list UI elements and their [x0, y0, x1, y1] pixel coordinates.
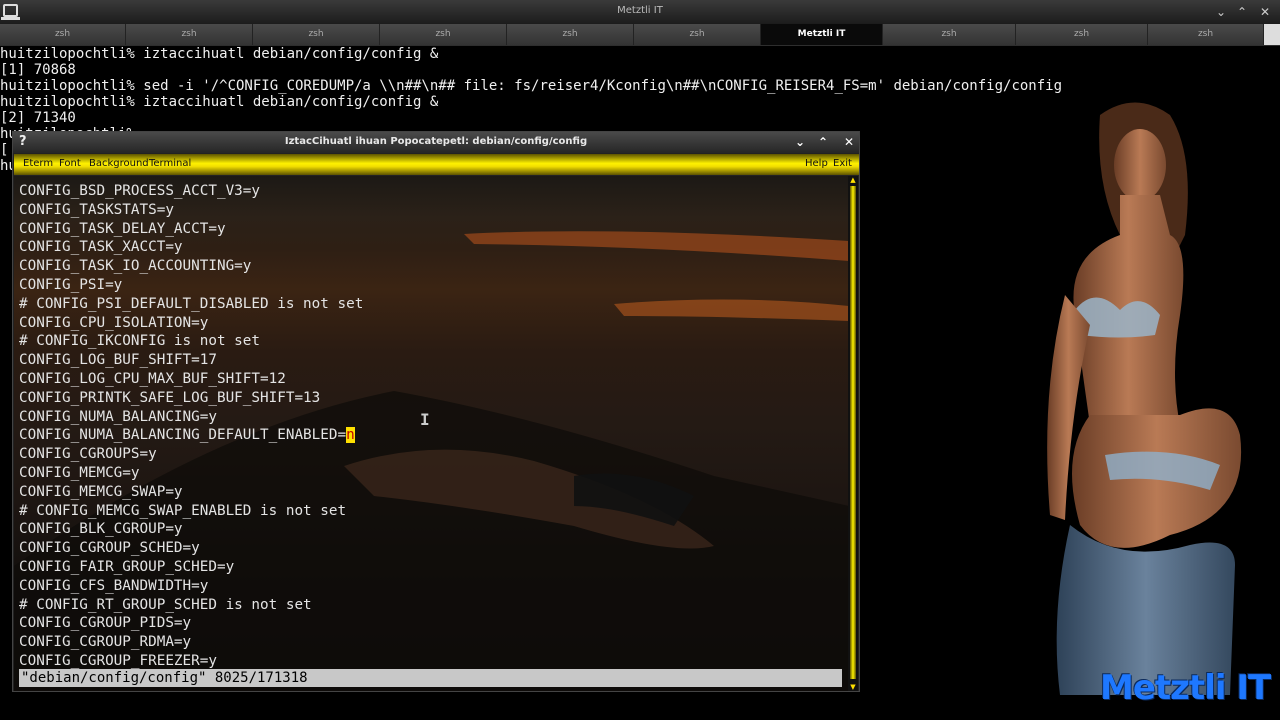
tab-zsh[interactable]: zsh — [1016, 24, 1148, 45]
scroll-down-icon[interactable]: ▼ — [848, 683, 858, 691]
config-line: CONFIG_MEMCG=y — [19, 464, 140, 481]
menu-eterm[interactable]: Eterm — [23, 158, 53, 169]
text-cursor-ibeam-icon: I — [420, 410, 430, 429]
config-line: CONFIG_FAIR_GROUP_SCHED=y — [19, 558, 235, 575]
config-line: CONFIG_CGROUP_PIDS=y — [19, 615, 192, 632]
shell-line: [2] 71340 — [0, 110, 76, 126]
menu-background[interactable]: Background — [89, 158, 149, 169]
tab-zsh[interactable]: zsh — [380, 24, 507, 45]
config-line: CONFIG_CGROUPS=y — [19, 446, 157, 463]
config-line: CONFIG_PSI=y — [19, 276, 123, 293]
eterm-window: ? IztacCihuatl ihuan Popocatepetl: debia… — [12, 131, 860, 692]
eterm-title: IztacCihuatl ihuan Popocatepetl: debian/… — [284, 136, 588, 147]
new-tab-button[interactable] — [1264, 24, 1280, 45]
tab-bar: zsh zsh zsh zsh zsh zsh Metztli IT zsh z… — [0, 24, 1280, 46]
config-line-cursor-row: CONFIG_NUMA_BALANCING_DEFAULT_ENABLED=n — [19, 426, 363, 445]
menu-font[interactable]: Font — [59, 158, 81, 169]
window-title: Metztli IT — [617, 5, 663, 16]
shell-line: huitzilopochtli% iztaccihuatl debian/con… — [0, 46, 439, 62]
window-titlebar: Metztli IT ⌄ ⌃ ✕ — [0, 0, 1280, 25]
tab-zsh[interactable]: zsh — [1148, 24, 1264, 45]
scrollbar-thumb[interactable] — [850, 186, 856, 679]
config-line: # CONFIG_RT_GROUP_SCHED is not set — [19, 596, 312, 613]
menu-terminal[interactable]: Terminal — [149, 158, 191, 169]
config-line: CONFIG_CGROUP_RDMA=y — [19, 634, 192, 651]
shell-line: huitzilopochtli% iztaccihuatl debian/con… — [0, 94, 439, 110]
config-line: CONFIG_CGROUP_SCHED=y — [19, 540, 200, 557]
tab-zsh[interactable]: zsh — [507, 24, 634, 45]
config-line: CONFIG_TASKSTATS=y — [19, 201, 174, 218]
config-line: # CONFIG_PSI_DEFAULT_DISABLED is not set — [19, 295, 364, 312]
config-line: CONFIG_TASK_IO_ACCOUNTING=y — [19, 258, 252, 275]
close-icon[interactable]: ✕ — [1256, 3, 1274, 21]
config-line: CONFIG_MEMCG_SWAP=y — [19, 483, 183, 500]
tab-zsh[interactable]: zsh — [253, 24, 380, 45]
config-line: CONFIG_TASK_XACCT=y — [19, 239, 183, 256]
menu-exit[interactable]: Exit — [833, 158, 852, 169]
chevron-down-icon[interactable]: ⌄ — [1212, 3, 1230, 21]
wallpaper-figure — [1047, 102, 1242, 695]
text-cursor: n — [346, 427, 355, 444]
config-line: CONFIG_TASK_DELAY_ACCT=y — [19, 220, 226, 237]
config-line: CONFIG_PRINTK_SAFE_LOG_BUF_SHIFT=13 — [19, 389, 321, 406]
config-line: CONFIG_LOG_CPU_MAX_BUF_SHIFT=12 — [19, 370, 286, 387]
config-line: # CONFIG_MEMCG_SWAP_ENABLED is not set — [19, 502, 347, 519]
config-line: CONFIG_CFS_BANDWIDTH=y — [19, 577, 209, 594]
brand-logo: Metztli IT — [1100, 668, 1271, 708]
config-line: CONFIG_NUMA_BALANCING_DEFAULT_ENABLED= — [19, 427, 347, 444]
config-line: # CONFIG_IKCONFIG is not set — [19, 333, 261, 350]
config-line: CONFIG_BSD_PROCESS_ACCT_V3=y — [19, 183, 261, 199]
close-icon[interactable]: ✕ — [840, 133, 858, 151]
terminal-area[interactable]: CONFIG_BSD_PROCESS_ACCT_V3=y CONFIG_TASK… — [14, 176, 849, 691]
chevron-down-icon[interactable]: ⌄ — [791, 133, 809, 151]
tab-zsh[interactable]: zsh — [883, 24, 1016, 45]
shell-line: huitzilopochtli% sed -i '/^CONFIG_COREDU… — [0, 78, 1063, 94]
scrollbar[interactable]: ▲ ▼ — [848, 176, 858, 691]
chevron-up-icon[interactable]: ⌃ — [814, 133, 832, 151]
tab-zsh[interactable]: zsh — [126, 24, 253, 45]
config-file-text: CONFIG_BSD_PROCESS_ACCT_V3=y CONFIG_TASK… — [19, 182, 363, 671]
config-line: CONFIG_BLK_CGROUP=y — [19, 521, 183, 538]
config-line: CONFIG_CGROUP_FREEZER=y — [19, 652, 217, 669]
config-line: CONFIG_NUMA_BALANCING=y — [19, 408, 217, 425]
config-line: CONFIG_LOG_BUF_SHIFT=17 — [19, 352, 217, 369]
scroll-up-icon[interactable]: ▲ — [848, 176, 858, 184]
shell-line: [1] 70868 — [0, 62, 76, 78]
eterm-menubar: Eterm Font Background Terminal Help Exit — [14, 154, 859, 175]
vim-status-line: "debian/config/config" 8025/171318 — [19, 669, 842, 687]
tab-metztli-it[interactable]: Metztli IT — [761, 24, 883, 45]
config-line: CONFIG_CPU_ISOLATION=y — [19, 314, 209, 331]
tab-zsh[interactable]: zsh — [634, 24, 761, 45]
tab-zsh[interactable]: zsh — [0, 24, 126, 45]
menu-help[interactable]: Help — [805, 158, 828, 169]
chevron-up-icon[interactable]: ⌃ — [1233, 3, 1251, 21]
eterm-titlebar[interactable]: ? IztacCihuatl ihuan Popocatepetl: debia… — [13, 132, 859, 153]
